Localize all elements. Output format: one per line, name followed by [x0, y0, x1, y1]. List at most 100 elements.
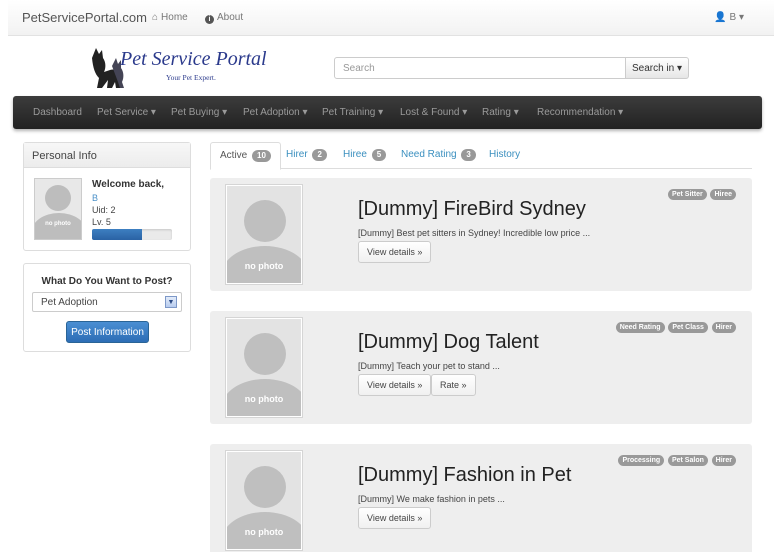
listing-tags: Need Rating Pet Class Hirer — [615, 321, 736, 333]
user-level: Lv. 5 — [92, 217, 111, 227]
menu-recommendation[interactable]: Recommendation ▾ — [537, 107, 623, 118]
listing-photo[interactable]: no photo — [226, 318, 302, 417]
menu-rating[interactable]: Rating ▾ — [482, 107, 519, 118]
user-name-link[interactable]: B — [92, 193, 98, 203]
menu-dashboard[interactable]: Dashboard — [33, 107, 82, 118]
listing-description: [Dummy] We make fashion in pets ... — [358, 494, 505, 504]
tab-hirer[interactable]: Hirer 2 — [277, 142, 336, 169]
menu-label: Lost & Found — [400, 107, 460, 118]
view-details-button[interactable]: View details » — [358, 507, 432, 529]
listing-title: [Dummy] Fashion in Pet — [358, 464, 572, 486]
level-progress-bar — [92, 229, 172, 240]
menu-label: Pet Training — [322, 107, 376, 118]
tab-need-rating[interactable]: Need Rating 3 — [392, 142, 485, 169]
personal-info-panel: Personal Info no photo Welcome back, B U… — [23, 142, 191, 251]
photo-head — [244, 466, 286, 508]
listing-card: no photo [Dummy] Fashion in Pet [Dummy] … — [210, 444, 752, 552]
menu-label: Rating — [482, 107, 511, 118]
avatar[interactable]: no photo — [34, 178, 82, 240]
about-link[interactable]: i About — [205, 12, 243, 24]
count-badge: 5 — [371, 149, 387, 161]
chevron-down-icon: ▾ — [462, 107, 468, 118]
info-icon: i — [205, 15, 214, 24]
home-link[interactable]: ⌂ Home — [152, 12, 188, 23]
home-icon: ⌂ — [152, 12, 159, 23]
tag-badge: Pet Class — [668, 322, 708, 333]
level-progress-fill — [92, 229, 142, 240]
listing-tags: Processing Pet Salon Hirer — [617, 454, 736, 466]
tab-label: Active — [220, 150, 248, 161]
listing-card: no photo [Dummy] Dog Talent [Dummy] Teac… — [210, 311, 752, 424]
no-photo-label: no photo — [244, 394, 284, 404]
chevron-down-icon: ▾ — [378, 107, 384, 118]
menu-label: Dashboard — [33, 107, 82, 118]
home-label: Home — [161, 12, 188, 23]
view-details-button[interactable]: View details » — [358, 374, 432, 396]
brand-link[interactable]: PetServicePortal.com — [22, 10, 147, 25]
chevron-down-icon: ▾ — [677, 62, 683, 74]
post-information-button[interactable]: Post Information — [66, 321, 149, 343]
search-in-label: Search in — [631, 62, 675, 74]
chevron-down-icon: ▾ — [222, 107, 228, 118]
rate-button[interactable]: Rate » — [431, 374, 476, 396]
user-icon: 👤 — [714, 12, 727, 23]
listing-title: [Dummy] Dog Talent — [358, 331, 539, 353]
chevron-down-icon: ▼ — [165, 296, 177, 308]
menu-label: Pet Adoption — [243, 107, 300, 118]
top-navbar: PetServicePortal.com ⌂ Home i About 👤 B ▾ — [8, 0, 774, 36]
photo-head — [244, 333, 286, 375]
tag-badge: Hiree — [710, 189, 736, 200]
tab-label: History — [489, 149, 521, 160]
logo-subtitle: Your Pet Expert. — [166, 73, 216, 82]
user-name: B — [729, 12, 737, 23]
logo-title: Pet Service Portal — [120, 48, 267, 70]
post-panel: What Do You Want to Post? Pet Adoption ▼… — [23, 263, 191, 352]
menu-pet-training[interactable]: Pet Training ▾ — [322, 107, 383, 118]
menu-label: Pet Service — [97, 107, 149, 118]
no-photo-label: no photo — [244, 261, 284, 271]
listing-title: [Dummy] FireBird Sydney — [358, 198, 586, 220]
site-logo[interactable]: Pet Service Portal Your Pet Expert. — [88, 44, 278, 90]
menu-lost-found[interactable]: Lost & Found ▾ — [400, 107, 467, 118]
search-input[interactable] — [334, 57, 626, 79]
post-title: What Do You Want to Post? — [41, 276, 173, 287]
welcome-text: Welcome back, — [92, 179, 165, 190]
listing-tags: Pet Sitter Hiree — [667, 188, 736, 200]
avatar-head — [45, 185, 71, 211]
listing-photo[interactable]: no photo — [226, 451, 302, 550]
post-type-select[interactable]: Pet Adoption ▼ — [32, 292, 182, 312]
menu-label: Recommendation — [537, 107, 616, 118]
tab-label: Need Rating — [401, 149, 457, 160]
user-menu[interactable]: 👤 B ▾ — [714, 12, 744, 23]
chevron-down-icon: ▾ — [150, 107, 156, 118]
tab-label: Hiree — [343, 149, 367, 160]
no-photo-label: no photo — [45, 221, 71, 227]
listing-photo[interactable]: no photo — [226, 185, 302, 284]
tab-hiree[interactable]: Hiree 5 — [334, 142, 395, 169]
tab-label: Hirer — [286, 149, 308, 160]
tag-badge: Pet Salon — [667, 455, 708, 466]
listing-description: [Dummy] Best pet sitters in Sydney! Incr… — [358, 228, 591, 238]
menu-label: Pet Buying — [171, 107, 220, 118]
tab-history[interactable]: History — [480, 142, 529, 169]
photo-head — [244, 200, 286, 242]
tag-badge: Hirer — [711, 455, 736, 466]
tag-badge: Pet Sitter — [667, 189, 707, 200]
tab-active[interactable]: Active 10 — [210, 142, 281, 170]
chevron-down-icon: ▾ — [738, 12, 744, 23]
panel-heading: Personal Info — [24, 143, 190, 168]
about-label: About — [217, 12, 244, 23]
main-menu: Dashboard Pet Service ▾ Pet Buying ▾ Pet… — [13, 96, 762, 129]
post-type-value: Pet Adoption — [41, 297, 98, 308]
chevron-down-icon: ▾ — [618, 107, 624, 118]
count-badge: 10 — [252, 150, 271, 162]
listing-description: [Dummy] Teach your pet to stand ... — [358, 361, 500, 371]
view-details-button[interactable]: View details » — [358, 241, 432, 263]
tag-badge: Processing — [618, 455, 665, 466]
menu-pet-adoption[interactable]: Pet Adoption ▾ — [243, 107, 308, 118]
menu-pet-buying[interactable]: Pet Buying ▾ — [171, 107, 227, 118]
search-in-button[interactable]: Search in ▾ — [625, 57, 689, 79]
menu-pet-service[interactable]: Pet Service ▾ — [97, 107, 156, 118]
tab-bar: Active 10 Hirer 2 Hiree 5 Need Rating 3 … — [210, 142, 752, 170]
tag-badge: Need Rating — [615, 322, 665, 333]
